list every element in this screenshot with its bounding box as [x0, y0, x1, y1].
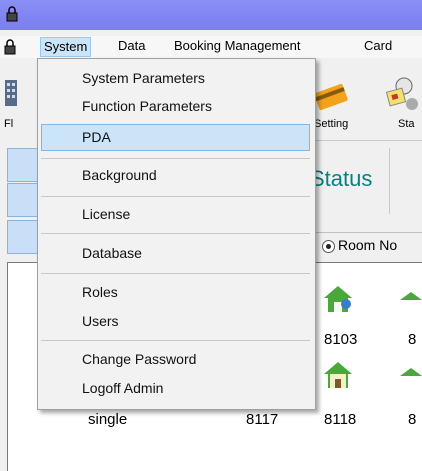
- menu-separator: [41, 273, 310, 274]
- menu-card[interactable]: Card: [361, 36, 395, 56]
- menu-item-change-password[interactable]: Change Password: [82, 348, 196, 370]
- menu-separator: [41, 196, 310, 197]
- room-house-icon[interactable]: [322, 360, 354, 390]
- menu-item-roles[interactable]: Roles: [82, 281, 118, 303]
- title-bar: [0, 0, 422, 30]
- menu-item-users[interactable]: Users: [82, 310, 119, 332]
- room-number[interactable]: 8118: [324, 411, 356, 428]
- menu-item-pda[interactable]: PDA: [82, 126, 111, 148]
- room-type-single[interactable]: single: [88, 411, 127, 428]
- menu-separator: [41, 233, 310, 234]
- left-nav-button-2[interactable]: [7, 183, 39, 217]
- menu-system[interactable]: System: [40, 37, 92, 57]
- menu-item-system-parameters[interactable]: System Parameters: [82, 67, 205, 89]
- toolbar-label-statistics: Sta: [398, 118, 415, 130]
- menu-item-license[interactable]: License: [82, 203, 130, 225]
- statistics-icon[interactable]: [382, 74, 422, 114]
- room-number[interactable]: 8103: [324, 331, 357, 348]
- room-number[interactable]: 8: [408, 411, 416, 428]
- menu-booking-management[interactable]: Booking Management: [171, 36, 303, 56]
- menu-bar: System Data Booking Management Card: [0, 36, 422, 59]
- floor-icon[interactable]: [4, 78, 18, 108]
- lock-menu-icon[interactable]: [2, 39, 18, 55]
- status-divider: [389, 148, 390, 214]
- room-house-icon[interactable]: [400, 360, 422, 390]
- room-house-icon[interactable]: [400, 284, 422, 314]
- left-nav-button-3[interactable]: [7, 220, 39, 254]
- room-no-label: Room No: [338, 237, 398, 253]
- menu-item-database[interactable]: Database: [82, 242, 142, 264]
- menu-item-logoff-admin[interactable]: Logoff Admin: [82, 377, 163, 399]
- menu-separator: [41, 158, 310, 159]
- room-number[interactable]: 8: [408, 331, 416, 348]
- menu-item-background[interactable]: Background: [82, 164, 157, 186]
- card-setting-icon[interactable]: [312, 78, 352, 114]
- left-nav-button-1[interactable]: [7, 148, 39, 182]
- system-dropdown-menu: System Parameters Function Parameters PD…: [37, 58, 316, 410]
- lock-app-icon: [6, 6, 18, 22]
- menu-data[interactable]: Data: [115, 36, 148, 56]
- room-house-icon[interactable]: [322, 284, 354, 314]
- room-number[interactable]: 8117: [246, 411, 278, 428]
- menu-separator: [41, 340, 310, 341]
- status-title: Status: [310, 166, 373, 191]
- menu-item-function-parameters[interactable]: Function Parameters: [82, 95, 212, 117]
- toolbar-label-floor: Fl: [4, 118, 14, 130]
- toolbar-label-setting: Setting: [314, 118, 349, 130]
- room-no-radio[interactable]: [322, 240, 335, 253]
